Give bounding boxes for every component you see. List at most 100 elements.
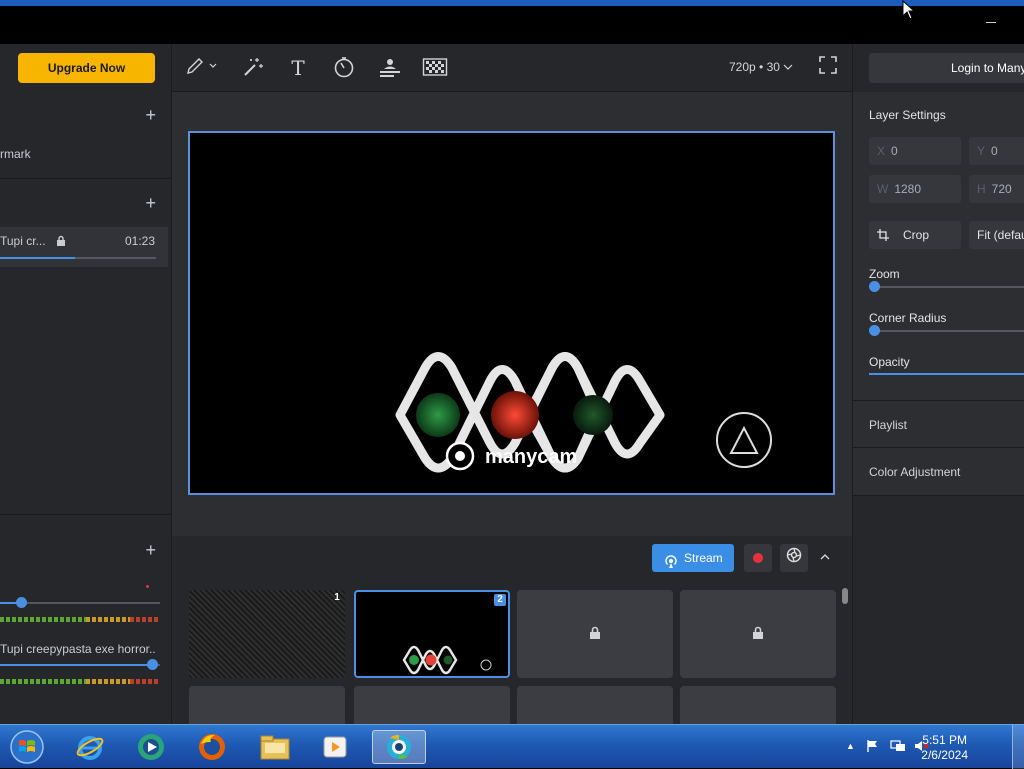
pen-icon[interactable] bbox=[182, 56, 222, 80]
chevron-up-icon[interactable] bbox=[820, 550, 830, 564]
firefox-icon[interactable] bbox=[190, 730, 234, 764]
opacity-label: Opacity bbox=[869, 355, 910, 369]
start-button[interactable] bbox=[4, 730, 50, 764]
mic-level-meter-green bbox=[0, 617, 86, 622]
snapshot-button[interactable] bbox=[780, 544, 808, 572]
manycam-app: Upgrade Now + rmark + Tupi cr... 01:23 + bbox=[0, 44, 1024, 724]
text-icon[interactable]: T bbox=[285, 56, 311, 80]
add-media-button[interactable]: + bbox=[145, 194, 156, 212]
system-clock[interactable]: 5:51 PM 2/6/2024 bbox=[921, 733, 968, 763]
y-position-field[interactable]: Y0 bbox=[969, 137, 1024, 165]
chroma-key-icon[interactable] bbox=[422, 56, 448, 80]
mic-level-meter-yellow bbox=[86, 617, 130, 622]
broadcast-icon bbox=[664, 551, 678, 579]
layer-settings-panel: Layer Settings X0 Y0 W 1280 H 720 Crop Fit… bbox=[853, 92, 1024, 402]
timer-icon[interactable] bbox=[331, 56, 357, 80]
title-bar bbox=[0, 6, 1024, 44]
scene-thumbnail-empty[interactable] bbox=[517, 686, 673, 724]
minimize-button[interactable] bbox=[986, 22, 996, 23]
media-volume-knob[interactable] bbox=[147, 659, 158, 670]
mic-volume-knob[interactable] bbox=[15, 597, 27, 608]
playlist-label: Playlist bbox=[869, 418, 908, 432]
upgrade-now-button[interactable]: Upgrade Now bbox=[18, 53, 155, 83]
color-adjustment-label: Color Adjustment bbox=[869, 465, 961, 479]
record-icon bbox=[753, 553, 763, 563]
manycam-taskbar-icon[interactable] bbox=[372, 730, 426, 764]
mouse-cursor-icon bbox=[902, 0, 916, 25]
resolution-selector[interactable]: 720p • 30 bbox=[729, 60, 793, 74]
lower-third-icon[interactable] bbox=[377, 56, 403, 80]
media-level-meter-red bbox=[130, 679, 158, 684]
main-preview[interactable]: manycam bbox=[188, 131, 835, 495]
file-explorer-icon[interactable] bbox=[253, 730, 297, 764]
scenes-scrollbar[interactable] bbox=[842, 588, 848, 604]
media-level-meter-green bbox=[0, 679, 86, 684]
add-audio-button[interactable]: + bbox=[145, 541, 156, 559]
scene-thumbnail-empty[interactable] bbox=[189, 686, 345, 724]
x-position-field[interactable]: X0 bbox=[869, 137, 961, 165]
lock-icon bbox=[752, 626, 764, 639]
scene-number: 1 bbox=[334, 592, 340, 603]
corner-radius-slider-knob[interactable] bbox=[869, 325, 880, 336]
audio-section: + Tupi creepypasta exe horror... bbox=[0, 514, 172, 724]
stream-bar: Stream bbox=[172, 536, 852, 582]
audio-indicator-dot bbox=[146, 585, 149, 588]
scene-thumbnail-empty[interactable] bbox=[680, 686, 836, 724]
playlist-accordion[interactable]: Playlist bbox=[853, 400, 1024, 448]
manycam-logo-mini bbox=[402, 645, 492, 675]
clock-date: 2/6/2024 bbox=[921, 748, 968, 762]
fullscreen-icon[interactable] bbox=[815, 56, 841, 80]
corner-radius-label: Corner Radius bbox=[869, 311, 947, 325]
canvas-area: manycam bbox=[172, 92, 852, 536]
scenes-grid: 1 2 bbox=[172, 582, 852, 724]
scene-thumbnail-locked[interactable] bbox=[517, 590, 673, 678]
clock-time: 5:51 PM bbox=[922, 733, 967, 747]
scene-thumbnail-1[interactable]: 1 bbox=[189, 590, 345, 678]
height-field[interactable]: H 720 bbox=[969, 175, 1024, 203]
media-item[interactable]: Tupi cr... 01:23 bbox=[0, 227, 168, 267]
opacity-slider[interactable] bbox=[869, 373, 1024, 375]
login-button[interactable]: Login to Many bbox=[869, 53, 1024, 83]
corner-radius-slider-track[interactable] bbox=[875, 330, 1024, 332]
crop-button[interactable]: Crop bbox=[869, 221, 961, 249]
mic-level-meter-red bbox=[130, 617, 158, 622]
scene-thumbnail-2[interactable]: 2 bbox=[354, 590, 510, 678]
layers-section: + rmark bbox=[0, 92, 172, 179]
stream-label: Stream bbox=[684, 551, 723, 565]
video-app-icon[interactable] bbox=[313, 730, 357, 764]
manycam-logo-graphic: manycam bbox=[395, 352, 772, 473]
manycam-logo-text: manycam bbox=[485, 446, 577, 468]
fit-dropdown[interactable]: Fit (defau bbox=[969, 221, 1024, 249]
media-item-label: Tupi cr... bbox=[0, 234, 46, 248]
stream-button[interactable]: Stream bbox=[652, 544, 734, 572]
zoom-slider-knob[interactable] bbox=[869, 281, 880, 292]
scene-thumbnail-locked[interactable] bbox=[680, 590, 836, 678]
camera-shutter-icon bbox=[786, 547, 802, 563]
lock-icon bbox=[56, 234, 66, 252]
add-layer-button[interactable]: + bbox=[145, 106, 156, 124]
right-panel: Login to Many Layer Settings X0 Y0 W 1280… bbox=[852, 44, 1024, 724]
crop-icon bbox=[877, 223, 889, 249]
chevron-down-icon bbox=[783, 60, 793, 74]
color-adjustment-accordion[interactable]: Color Adjustment bbox=[853, 448, 1024, 496]
magic-wand-icon[interactable] bbox=[240, 56, 266, 80]
media-player-icon[interactable] bbox=[129, 730, 173, 764]
windows-taskbar: ▲ 5:51 PM 2/6/2024 bbox=[0, 724, 1024, 769]
show-desktop-button[interactable] bbox=[1012, 725, 1024, 769]
record-button[interactable] bbox=[744, 544, 772, 572]
width-field[interactable]: W 1280 bbox=[869, 175, 961, 203]
media-volume-fill bbox=[0, 664, 152, 666]
media-progress-fill bbox=[0, 257, 75, 259]
scene-thumbnail-empty[interactable] bbox=[354, 686, 510, 724]
internet-explorer-icon[interactable] bbox=[68, 730, 112, 764]
audio-source-label: Tupi creepypasta exe horror... bbox=[0, 642, 155, 656]
show-hidden-icons-button[interactable]: ▲ bbox=[846, 741, 855, 751]
network-icon[interactable] bbox=[890, 739, 906, 756]
toolbar: T 720p • 30 bbox=[172, 44, 852, 92]
action-center-flag-icon[interactable] bbox=[866, 739, 880, 756]
zoom-slider-track[interactable] bbox=[875, 286, 1024, 288]
resolution-label: 720p • 30 bbox=[729, 60, 780, 74]
layer-item-label[interactable]: rmark bbox=[0, 147, 31, 161]
windows-start-orb-icon bbox=[10, 730, 44, 764]
crop-label: Crop bbox=[903, 228, 930, 242]
